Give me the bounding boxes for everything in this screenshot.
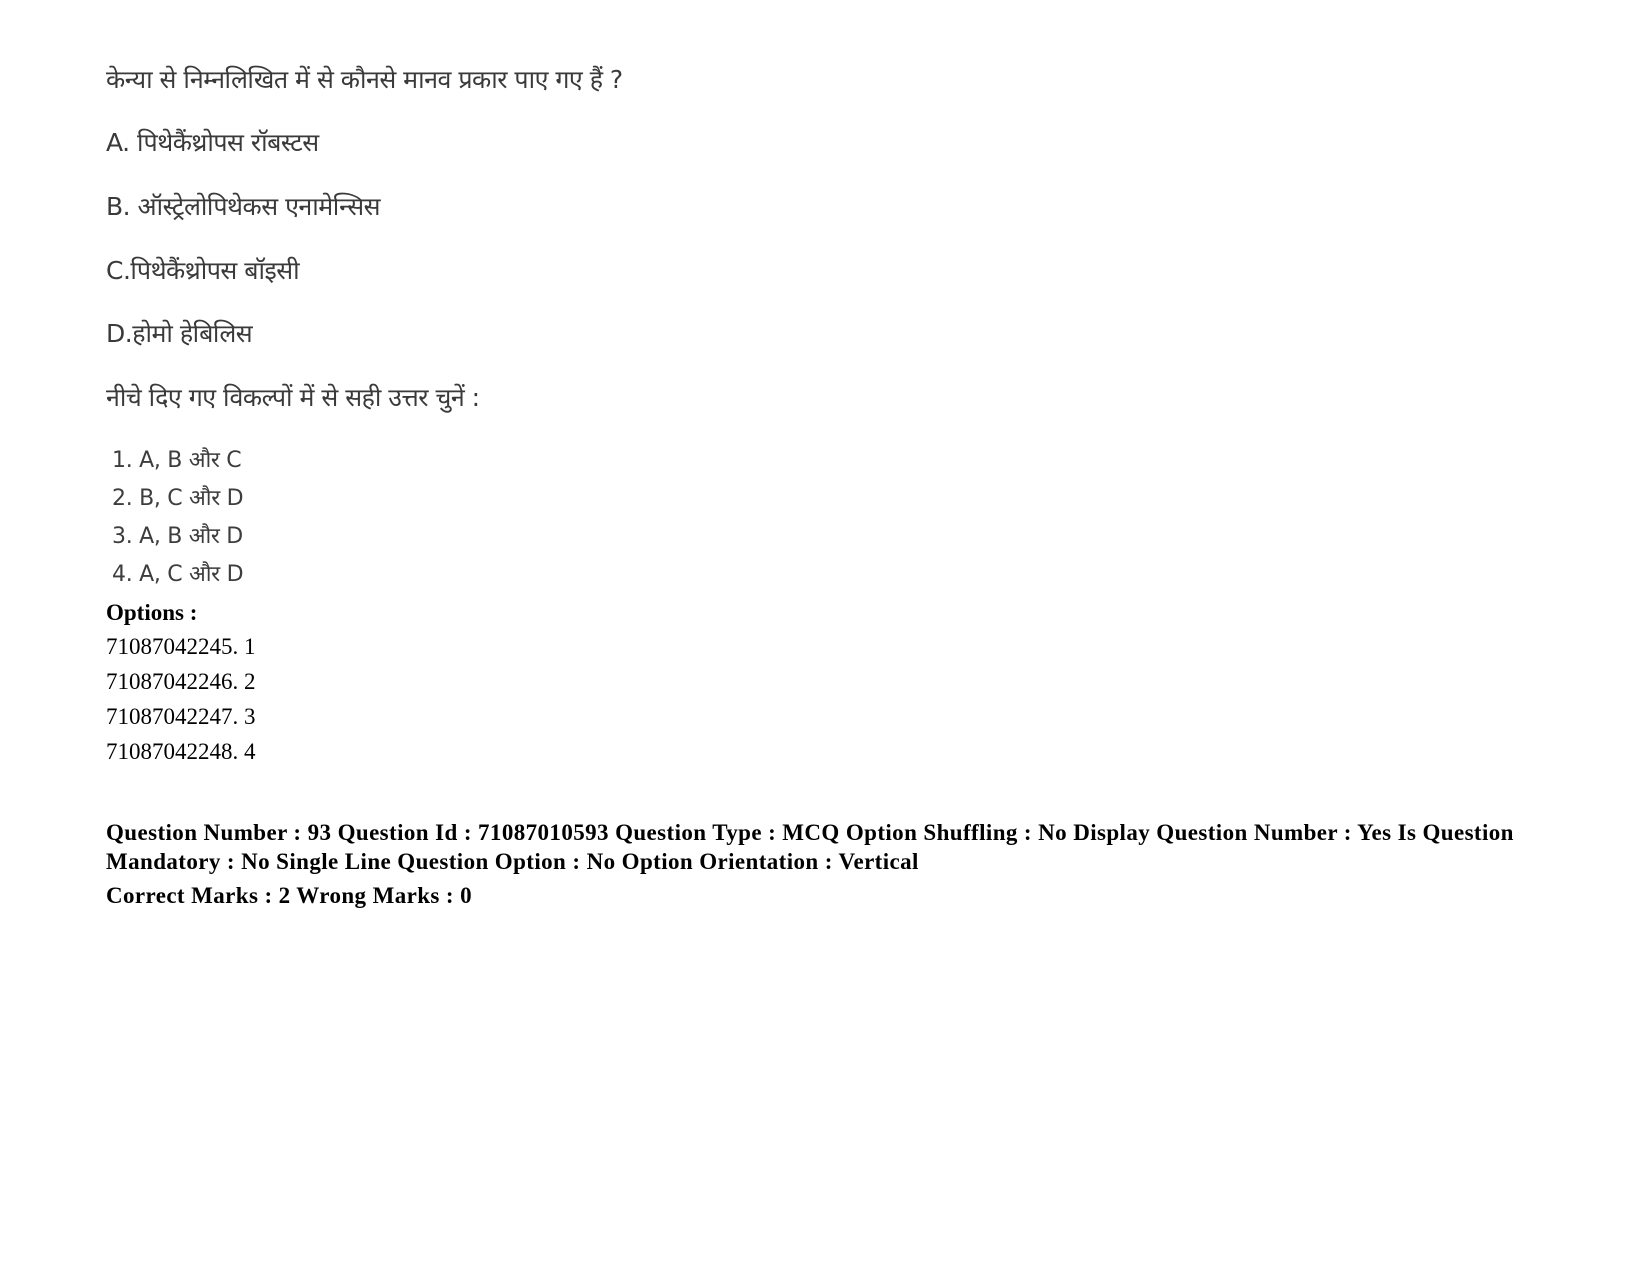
option-row-1: 71087042245. 1	[106, 634, 256, 659]
instruction-text: नीचे दिए गए विकल्पों में से सही उत्तर चु…	[106, 383, 480, 412]
options-heading: Options :	[106, 600, 198, 625]
statement-a: A. पिथेकैंथ्रोपस रॉबस्टस	[106, 126, 319, 160]
option-row-3: 71087042247. 3	[106, 704, 256, 729]
statement-text: ऑस्ट्रेलोपिथेकस एनामेन्सिस	[130, 192, 381, 221]
statement-c: C.पिथेकैंथ्रोपस बॉइसी	[106, 254, 300, 288]
answer-choice-3: 3. A, B और D	[112, 524, 243, 549]
question-stem: केन्या से निम्नलिखित में से कौनसे मानव प…	[106, 65, 623, 94]
statement-label: C.	[106, 256, 131, 285]
answer-choice-4: 4. A, C और D	[112, 562, 244, 587]
question-metadata: Question Number : 93 Question Id : 71087…	[106, 820, 1514, 874]
answer-choice-2: 2. B, C और D	[112, 486, 244, 511]
statement-text: पिथेकैंथ्रोपस बॉइसी	[130, 256, 300, 285]
statement-b: B. ऑस्ट्रेलोपिथेकस एनामेन्सिस	[106, 190, 381, 224]
statement-text: होमो हेबिलिस	[132, 319, 253, 348]
marks-info: Correct Marks : 2 Wrong Marks : 0	[106, 883, 473, 908]
option-row-2: 71087042246. 2	[106, 669, 256, 694]
statement-d: D.होमो हेबिलिस	[106, 317, 253, 351]
option-row-4: 71087042248. 4	[106, 739, 256, 764]
answer-choice-1: 1. A, B और C	[112, 448, 242, 473]
statement-label: A.	[106, 128, 130, 157]
statement-text: पिथेकैंथ्रोपस रॉबस्टस	[129, 128, 319, 157]
statement-label: B.	[106, 192, 131, 221]
document-page: केन्या से निम्नलिखित में से कौनसे मानव प…	[0, 0, 1650, 1275]
statement-label: D.	[106, 319, 133, 348]
